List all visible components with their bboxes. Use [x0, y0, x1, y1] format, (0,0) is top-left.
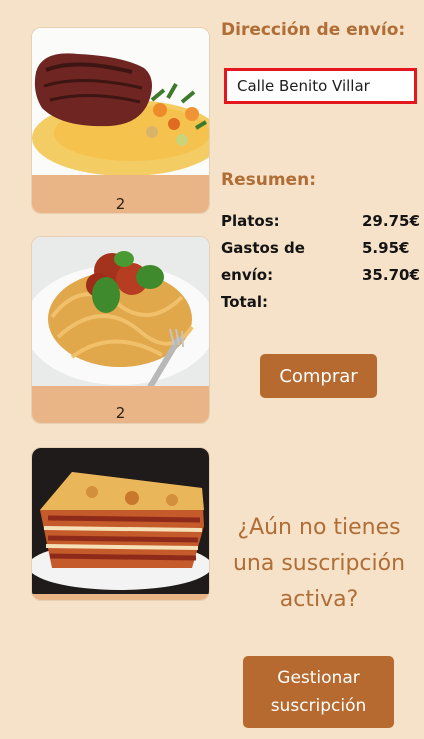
summary-value-dishes: 29.75€ [362, 212, 420, 230]
buy-button[interactable]: Comprar [260, 354, 377, 398]
promo-line-2: una suscripción [232, 551, 406, 576]
address-input[interactable] [224, 68, 417, 104]
subscription-promo: ¿Aún no tienes una suscripción activa? [214, 510, 424, 618]
spaghetti-dish-image [32, 237, 209, 386]
summary-label-shipping-2: envío: [221, 266, 274, 284]
lasagna-dish-image [32, 448, 209, 594]
summary-labels: Platos: Gastos de envío: Total: [221, 208, 331, 316]
summary-label-dishes: Platos: [221, 212, 280, 230]
quantity-bar [32, 594, 209, 600]
cart-item-card[interactable]: 2 [31, 27, 210, 214]
promo-line-1: ¿Aún no tienes [237, 515, 401, 540]
promo-line-3: activa? [279, 587, 359, 612]
cart-item-card[interactable]: 2 [31, 236, 210, 424]
summary-value-total: 35.70€ [362, 266, 420, 284]
manage-subscription-line-1: Gestionar [277, 668, 360, 688]
manage-subscription-button[interactable]: Gestionar suscripción [243, 656, 394, 728]
cart-item-card[interactable] [31, 447, 210, 601]
summary-title: Resumen: [221, 170, 316, 190]
steak-dish-image [32, 28, 209, 175]
summary-label-shipping-1: Gastos de [221, 239, 305, 257]
summary-values: 29.75€ 5.95€ 35.70€ [362, 208, 424, 289]
summary-value-shipping: 5.95€ [362, 239, 410, 257]
shipping-title: Dirección de envío: [221, 20, 406, 40]
quantity-value: 2 [115, 404, 126, 422]
quantity-bar: 2 [32, 386, 209, 423]
quantity-value: 2 [115, 195, 126, 213]
summary-label-total: Total: [221, 293, 268, 311]
quantity-bar: 2 [32, 175, 209, 213]
manage-subscription-line-2: suscripción [270, 696, 367, 716]
